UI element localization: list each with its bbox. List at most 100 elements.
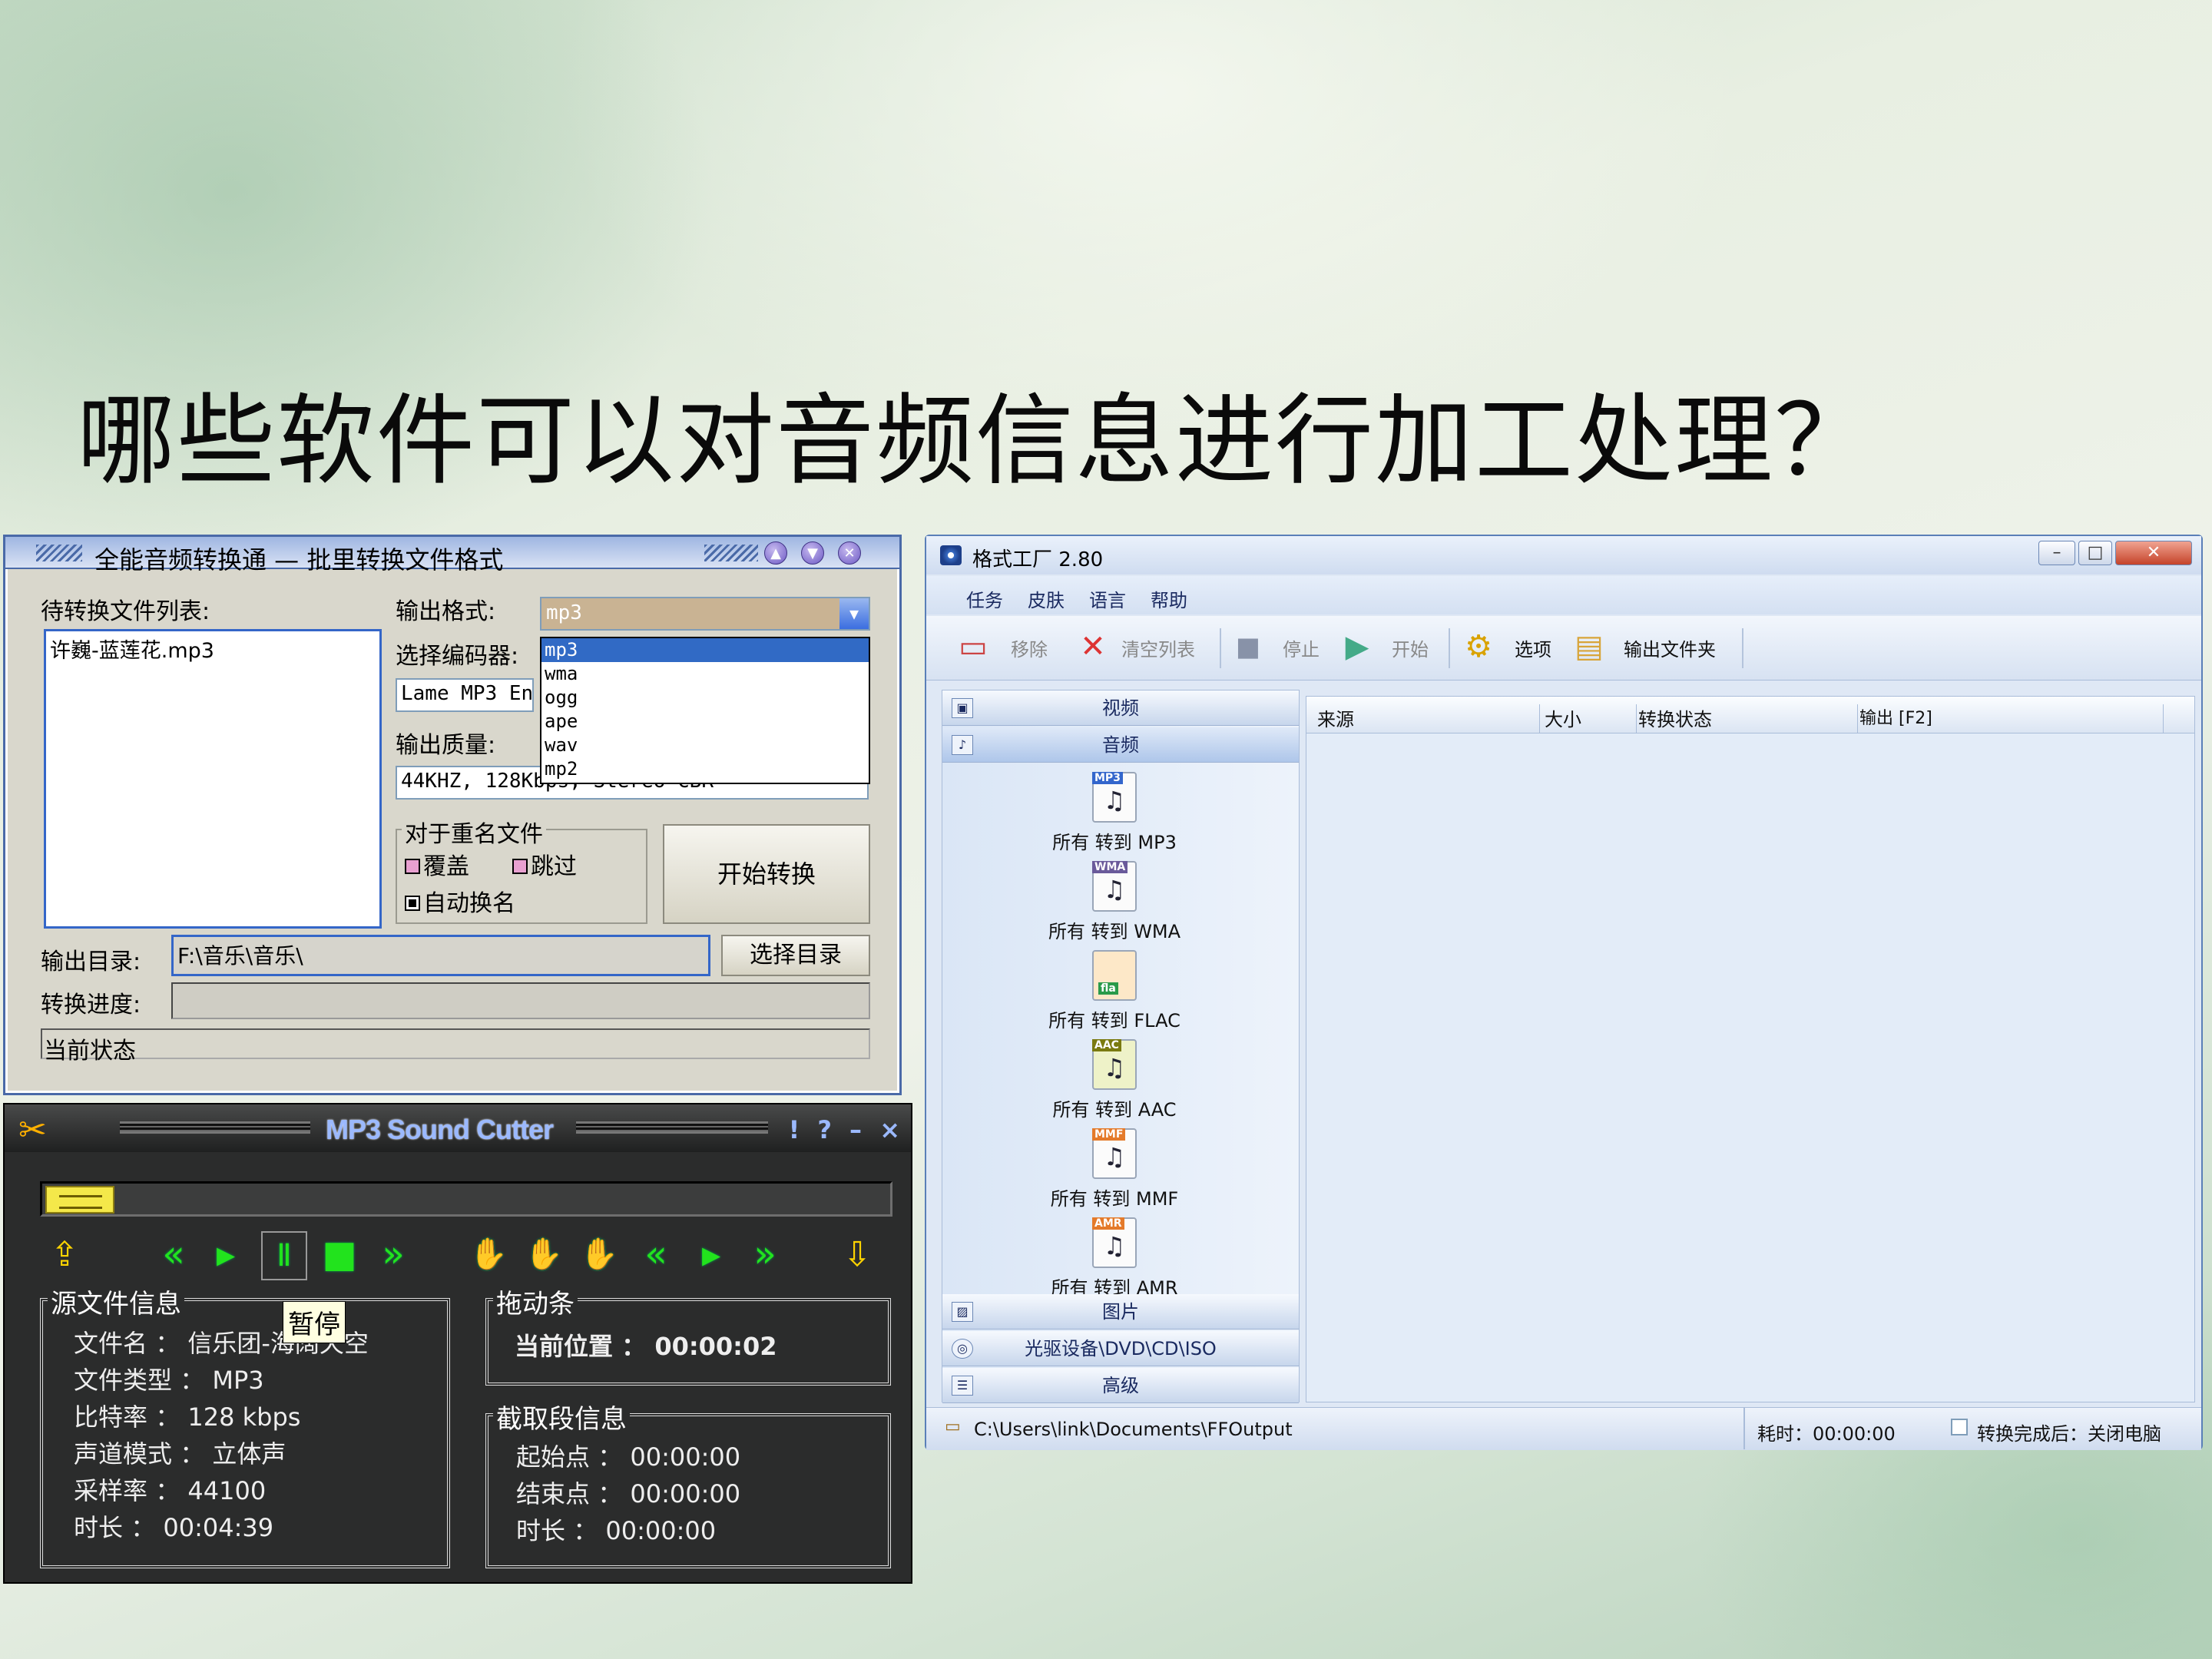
pause-icon[interactable]: Ⅱ xyxy=(261,1231,307,1280)
seek-track[interactable] xyxy=(40,1181,892,1217)
format-dropdown-list[interactable]: mp3 wma ogg ape wav mp2 xyxy=(540,637,870,784)
file-list-item[interactable]: 许巍-蓝莲花.mp3 xyxy=(46,631,379,666)
help-icon[interactable]: ▲ xyxy=(764,541,787,565)
choose-dir-button[interactable]: 选择目录 xyxy=(721,935,870,976)
mark-start-icon[interactable]: ✋ xyxy=(465,1231,512,1277)
rewind-icon[interactable]: « xyxy=(151,1231,197,1277)
start-icon[interactable]: ▶ xyxy=(1338,625,1376,668)
task-list[interactable]: 来源 大小 转换状态 输出 [F2] xyxy=(1306,696,2195,1402)
output-format-label: 输出格式: xyxy=(396,598,496,625)
maximize-icon[interactable]: □ xyxy=(2078,541,2112,565)
remove-button[interactable]: 移除 xyxy=(1011,634,1048,661)
title-bar[interactable]: ✂ MP3 Sound Cutter ! ? – × xyxy=(5,1104,911,1152)
window-controls[interactable]: ! ? – × xyxy=(789,1115,905,1144)
overwrite-checkbox[interactable]: 覆盖 xyxy=(405,847,469,881)
hand-icon[interactable]: ✋ xyxy=(576,1231,622,1277)
options-button[interactable]: 选项 xyxy=(1515,634,1551,661)
format-option[interactable]: mp3 xyxy=(541,638,869,662)
save-file-icon[interactable]: ⇩ xyxy=(834,1235,880,1274)
gear-icon[interactable]: ⚙ xyxy=(1459,625,1498,668)
format-option[interactable]: wav xyxy=(541,733,869,757)
remove-icon[interactable]: ▭ xyxy=(954,625,992,668)
output-folder-button[interactable]: 输出文件夹 xyxy=(1624,634,1716,661)
image-icon: ▨ xyxy=(952,1302,973,1322)
start-button[interactable]: 开始 xyxy=(1392,634,1429,661)
source-panel-label: 源文件信息 xyxy=(48,1283,184,1320)
stop-icon[interactable]: ◼ xyxy=(1229,625,1267,668)
convert-aac-item[interactable]: AAC ♫ 所有 转到 AAC xyxy=(942,1039,1286,1121)
stop-icon[interactable]: ■ xyxy=(316,1231,363,1277)
convert-mp3-item[interactable]: MP3 ♫ 所有 转到 MP3 xyxy=(942,772,1286,854)
convert-mmf-item[interactable]: MMF ♫ 所有 转到 MMF xyxy=(942,1128,1286,1210)
mark-end-icon[interactable]: ✋ xyxy=(521,1231,567,1277)
clear-icon[interactable]: ✕ xyxy=(1074,625,1112,668)
autorename-checkbox[interactable]: 自动换名 xyxy=(405,884,515,918)
clear-list-button[interactable]: 清空列表 xyxy=(1121,634,1195,661)
folder-icon[interactable]: ▤ xyxy=(1570,625,1608,668)
fast-forward-icon[interactable]: » xyxy=(370,1231,416,1277)
start-convert-button[interactable]: 开始转换 xyxy=(663,824,870,924)
mmf-file-icon: MMF ♫ xyxy=(1092,1128,1137,1179)
convert-amr-item[interactable]: AMR ♫ 所有 转到 AMR xyxy=(942,1217,1286,1300)
slide-title: 哪些软件可以对音频信息进行加工处理？ xyxy=(77,384,1875,498)
close-icon[interactable]: ✕ xyxy=(838,541,861,565)
output-dir-field[interactable]: F:\音乐\音乐\ xyxy=(171,935,710,976)
skip-checkbox[interactable]: 跳过 xyxy=(512,847,577,881)
category-audio-label: 音频 xyxy=(1102,734,1139,756)
format-option[interactable]: wma xyxy=(541,662,869,686)
play-icon[interactable]: ▸ xyxy=(203,1231,249,1277)
shutdown-checkbox[interactable] xyxy=(1951,1419,1968,1435)
column-status[interactable]: 转换状态 xyxy=(1638,704,1858,733)
minimize-icon[interactable]: ▼ xyxy=(801,541,824,565)
window-title: 格式工厂 2.80 xyxy=(972,548,1104,571)
segment-play-icon[interactable]: ▸ xyxy=(688,1231,734,1277)
open-file-icon[interactable]: ⇪ xyxy=(41,1235,88,1274)
output-format-select[interactable]: mp3 ▼ xyxy=(540,597,870,631)
current-position: 当前位置 ： 00:00:02 xyxy=(515,1332,777,1361)
segment-rewind-icon[interactable]: « xyxy=(633,1231,679,1277)
mp3-sound-cutter-window: ✂ MP3 Sound Cutter ! ? – × ⇪ « ▸ Ⅱ ■ » ✋… xyxy=(3,1103,912,1584)
drag-panel-label: 拖动条 xyxy=(493,1283,578,1320)
menu-task[interactable]: 任务 xyxy=(966,585,1003,612)
after-complete-label: 转换完成后：关闭电脑 xyxy=(1977,1423,2161,1445)
category-disc[interactable]: ◎ 光驱设备\DVD\CD\ISO xyxy=(942,1331,1299,1366)
minimize-icon[interactable]: – xyxy=(2038,541,2075,565)
stop-button[interactable]: 停止 xyxy=(1283,634,1320,661)
column-size[interactable]: 大小 xyxy=(1545,704,1637,733)
encoder-select[interactable]: Lame MP3 Enc xyxy=(396,678,534,712)
column-output[interactable]: 输出 [F2] xyxy=(1859,704,2164,733)
format-option[interactable]: ape xyxy=(541,710,869,733)
convert-flac-item[interactable]: fla 所有 转到 FLAC xyxy=(942,950,1286,1032)
title-bar[interactable]: 全能音频转换通 — 批里转换文件格式 ▲ ▼ ✕ xyxy=(5,537,899,575)
toolbar: ▭ 移除 ✕ 清空列表 ◼ 停止 ▶ 开始 ⚙ 选项 ▤ 输出文件夹 xyxy=(926,616,2201,680)
menu-skin[interactable]: 皮肤 xyxy=(1028,585,1065,612)
convert-wma-item[interactable]: WMA ♫ 所有 转到 WMA xyxy=(942,861,1286,943)
column-source[interactable]: 来源 xyxy=(1317,704,1540,733)
file-list[interactable]: 许巍-蓝莲花.mp3 xyxy=(44,629,382,929)
title-bar[interactable]: 格式工厂 2.80 – □ ✕ xyxy=(926,536,2201,575)
segment-forward-icon[interactable]: » xyxy=(742,1231,788,1277)
menu-language[interactable]: 语言 xyxy=(1089,585,1126,612)
format-option[interactable]: mp2 xyxy=(541,757,869,781)
segment-panel: 截取段信息 起始点 ： 00:00:00 结束点 ： 00:00:00 时长 ：… xyxy=(485,1398,891,1568)
category-advanced[interactable]: ☰ 高级 xyxy=(942,1368,1299,1403)
info-row-channel: 声道模式 ： 立体声 xyxy=(74,1439,286,1469)
rename-group-label: 对于重名文件 xyxy=(402,815,546,849)
flac-file-icon: fla xyxy=(1092,950,1137,1001)
source-info-panel: 源文件信息 文件名 ： 信乐团-海阔天空 文件类型 ： MP3 比特率 ： 12… xyxy=(40,1283,450,1568)
menu-help[interactable]: 帮助 xyxy=(1151,585,1187,612)
category-image[interactable]: ▨ 图片 xyxy=(942,1294,1299,1330)
segment-duration: 时长 ： 00:00:00 xyxy=(516,1516,717,1545)
file-list-label: 待转换文件列表: xyxy=(41,598,210,625)
seek-thumb[interactable] xyxy=(45,1186,114,1214)
output-path: C:\Users\link\Documents\FFOutput xyxy=(974,1419,1293,1440)
close-icon[interactable]: ✕ xyxy=(2115,541,2192,565)
format-option[interactable]: ogg xyxy=(541,686,869,710)
video-icon: ▣ xyxy=(952,698,973,718)
app-name: MP3 Sound Cutter xyxy=(326,1114,554,1145)
category-audio[interactable]: ♪ 音频 xyxy=(942,727,1299,763)
folder-icon[interactable]: ▭ xyxy=(945,1417,961,1436)
output-dir-label: 输出目录: xyxy=(41,949,141,975)
category-video[interactable]: ▣ 视频 xyxy=(942,690,1299,726)
chevron-down-icon[interactable]: ▼ xyxy=(839,598,869,629)
